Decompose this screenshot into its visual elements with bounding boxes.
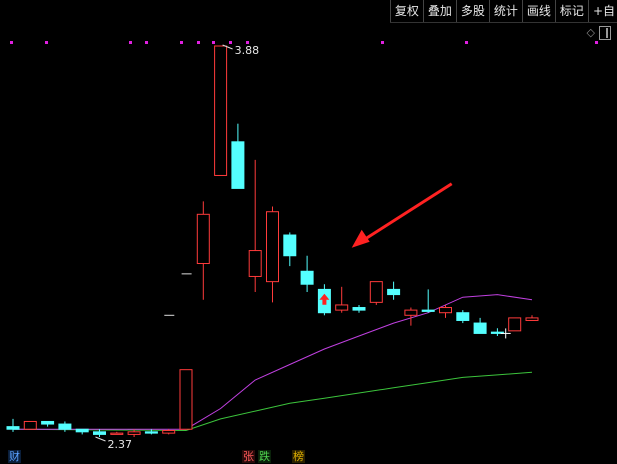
- candle-body: [231, 141, 245, 189]
- candle-body: [6, 426, 20, 430]
- candle-body: [58, 423, 72, 430]
- candle-body: [214, 45, 228, 176]
- candle-body: [456, 312, 470, 321]
- candle-body: [162, 430, 176, 434]
- signal-arrow-head: [351, 229, 370, 248]
- candle-body: [421, 309, 435, 312]
- limit-down-tag[interactable]: 跌: [258, 450, 271, 463]
- marker-dot: [129, 41, 132, 44]
- candle-body: [144, 431, 158, 434]
- marker-dot: [180, 41, 183, 44]
- candle-body: [439, 307, 452, 314]
- candle-body: [93, 431, 106, 435]
- marker-dot: [10, 41, 13, 44]
- leaderboard-tag[interactable]: 榜: [292, 450, 305, 463]
- annotations: 3.88 2.37: [95, 44, 511, 451]
- candle-body: [369, 281, 383, 303]
- candle-body: [41, 420, 55, 425]
- marker-dot: [45, 41, 48, 44]
- candlestick-chart[interactable]: 3.88 2.37: [0, 0, 617, 464]
- candle-body: [300, 270, 314, 285]
- candle-body: [352, 307, 366, 311]
- candle-body: [335, 304, 349, 311]
- candle-body: [248, 250, 262, 277]
- candle-body: [404, 309, 418, 316]
- marker-dot: [595, 41, 598, 44]
- candle-body: [266, 211, 279, 283]
- candle-body: [473, 322, 487, 334]
- moving-averages: [12, 294, 533, 432]
- candle-body: [525, 317, 539, 321]
- candle-body: [196, 213, 210, 265]
- ma-long-line: [12, 371, 533, 432]
- signal-arrow-shaft: [356, 182, 453, 246]
- candle-body: [110, 432, 124, 435]
- candle-body: [75, 428, 89, 433]
- candle-body: [179, 369, 193, 430]
- low-pointer: [95, 436, 106, 442]
- marker-dot: [465, 41, 468, 44]
- candle-body: [508, 317, 522, 332]
- marker-dot: [381, 41, 384, 44]
- ma-short-line: [13, 294, 533, 430]
- candle-body: [387, 288, 401, 296]
- candle-body: [283, 234, 297, 257]
- marker-dot: [145, 41, 148, 44]
- marker-dot: [197, 41, 200, 44]
- marker-dots: [10, 41, 598, 44]
- high-price-label: 3.88: [235, 44, 260, 57]
- marker-dot: [212, 41, 215, 44]
- candle-body: [23, 420, 37, 430]
- candle-body: [127, 431, 141, 435]
- limit-up-tag[interactable]: 张: [242, 450, 255, 463]
- marker-dot: [229, 41, 232, 44]
- low-price-label: 2.37: [108, 438, 133, 451]
- finance-tag[interactable]: 财: [8, 450, 21, 463]
